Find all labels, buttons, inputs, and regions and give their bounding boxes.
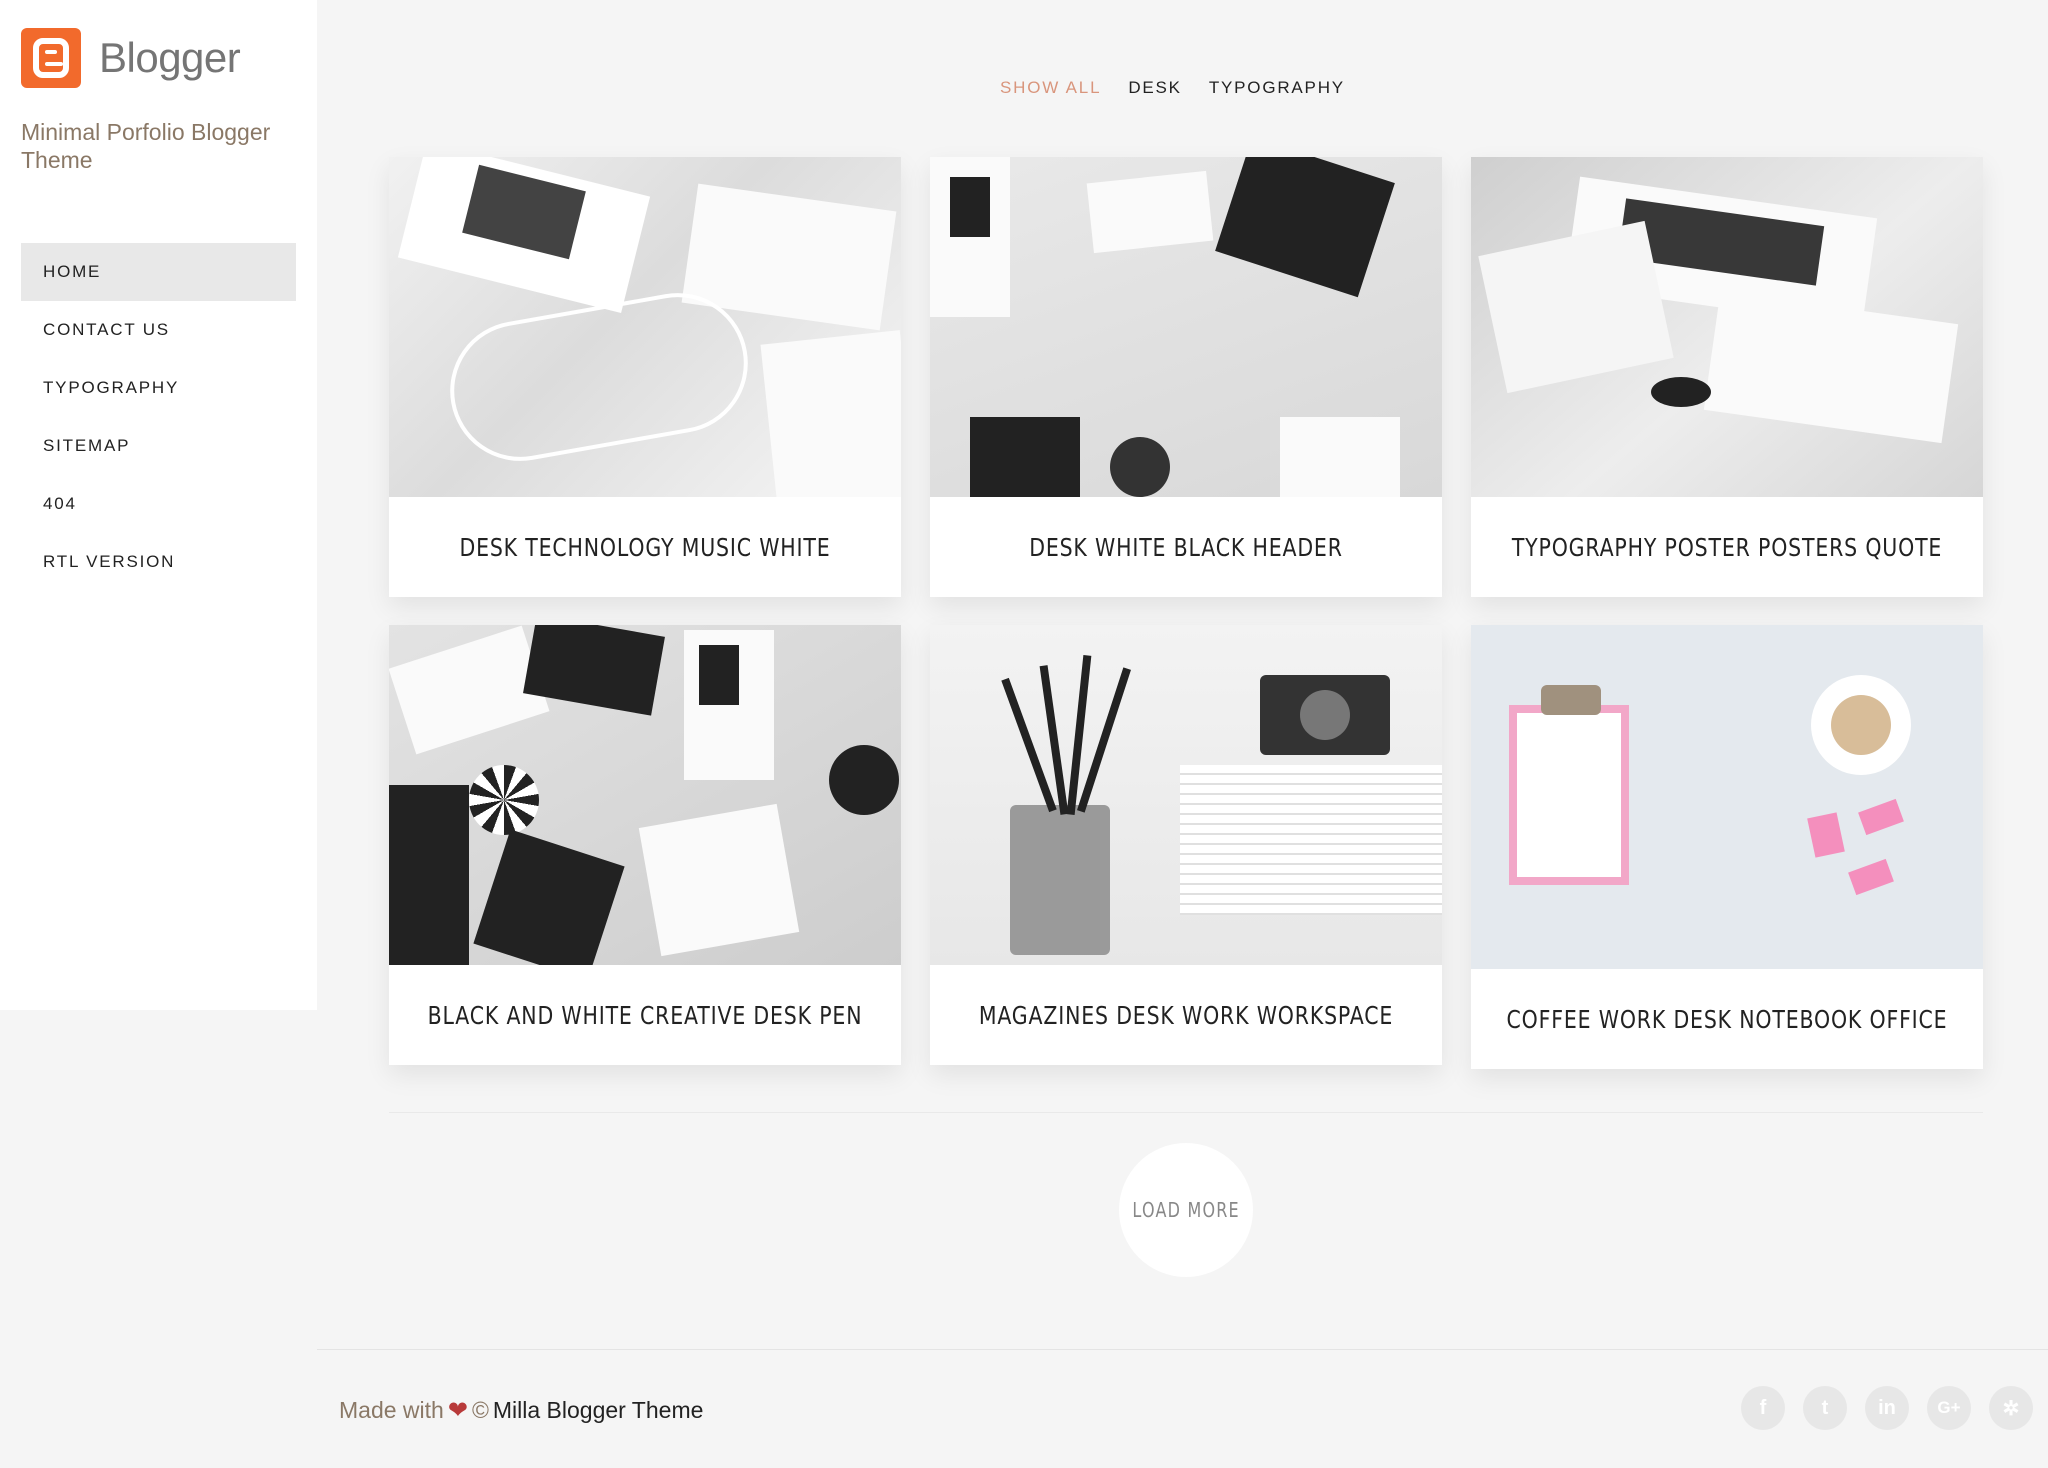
- load-more-button[interactable]: LOAD MORE: [1119, 1143, 1253, 1277]
- sidebar-nav: HOME CONTACT US TYPOGRAPHY SITEMAP 404 R…: [21, 243, 296, 591]
- post-title[interactable]: TYPOGRAPHY POSTER POSTERS QUOTE: [1512, 497, 1942, 597]
- blogger-icon: [21, 28, 81, 88]
- blogger-logo[interactable]: Blogger: [21, 28, 241, 88]
- post-thumbnail[interactable]: [389, 625, 901, 965]
- nav-item-home[interactable]: HOME: [21, 243, 296, 301]
- post-card[interactable]: TYPOGRAPHY POSTER POSTERS QUOTE: [1471, 157, 1983, 597]
- twitter-icon[interactable]: t: [1803, 1386, 1847, 1430]
- social-links: f t in G+ ✲: [1741, 1386, 2048, 1430]
- footer-theme-link[interactable]: Milla Blogger Theme: [493, 1397, 704, 1424]
- footer-copyright: ©: [471, 1397, 489, 1423]
- category-filters: SHOW ALL DESK TYPOGRAPHY: [1000, 78, 1372, 98]
- post-thumbnail[interactable]: [930, 625, 1442, 965]
- site-tagline: Minimal Porfolio Blogger Theme: [21, 119, 271, 173]
- dribbble-icon[interactable]: ✲: [1989, 1386, 2033, 1430]
- facebook-icon[interactable]: f: [1741, 1386, 1785, 1430]
- content-divider: [389, 1112, 1983, 1113]
- post-card[interactable]: DESK TECHNOLOGY MUSIC WHITE: [389, 157, 901, 597]
- filter-typography[interactable]: TYPOGRAPHY: [1209, 78, 1345, 98]
- post-thumbnail[interactable]: [1471, 157, 1983, 497]
- heart-icon: ❤: [447, 1397, 468, 1424]
- google-plus-icon[interactable]: G+: [1927, 1386, 1971, 1430]
- footer-divider: [317, 1349, 2048, 1350]
- filter-show-all[interactable]: SHOW ALL: [1000, 78, 1101, 98]
- post-thumbnail[interactable]: [930, 157, 1442, 497]
- footer-credits: Made with ❤ © Milla Blogger Theme: [339, 1396, 703, 1425]
- nav-item-404[interactable]: 404: [21, 475, 296, 533]
- post-card[interactable]: COFFEE WORK DESK NOTEBOOK OFFICE: [1471, 625, 1983, 1069]
- post-card[interactable]: BLACK AND WHITE CREATIVE DESK PEN: [389, 625, 901, 1065]
- post-title[interactable]: COFFEE WORK DESK NOTEBOOK OFFICE: [1507, 969, 1947, 1069]
- linkedin-icon[interactable]: in: [1865, 1386, 1909, 1430]
- post-thumbnail[interactable]: [389, 157, 901, 497]
- nav-item-contact[interactable]: CONTACT US: [21, 301, 296, 359]
- sidebar: Blogger Minimal Porfolio Blogger Theme H…: [0, 0, 317, 1010]
- post-title[interactable]: MAGAZINES DESK WORK WORKSPACE: [976, 965, 1396, 1065]
- footer-prefix: Made with: [339, 1397, 444, 1423]
- post-title[interactable]: BLACK AND WHITE CREATIVE DESK PEN: [428, 965, 862, 1065]
- post-card[interactable]: DESK WHITE BLACK HEADER: [930, 157, 1442, 597]
- post-title[interactable]: DESK TECHNOLOGY MUSIC WHITE: [435, 497, 855, 597]
- filter-desk[interactable]: DESK: [1128, 78, 1182, 98]
- nav-item-sitemap[interactable]: SITEMAP: [21, 417, 296, 475]
- logo-text: Blogger: [99, 34, 241, 81]
- post-card[interactable]: MAGAZINES DESK WORK WORKSPACE: [930, 625, 1442, 1065]
- post-title[interactable]: DESK WHITE BLACK HEADER: [976, 497, 1396, 597]
- nav-item-typography[interactable]: TYPOGRAPHY: [21, 359, 296, 417]
- nav-item-rtl[interactable]: RTL VERSION: [21, 533, 296, 591]
- post-thumbnail[interactable]: [1471, 625, 1983, 969]
